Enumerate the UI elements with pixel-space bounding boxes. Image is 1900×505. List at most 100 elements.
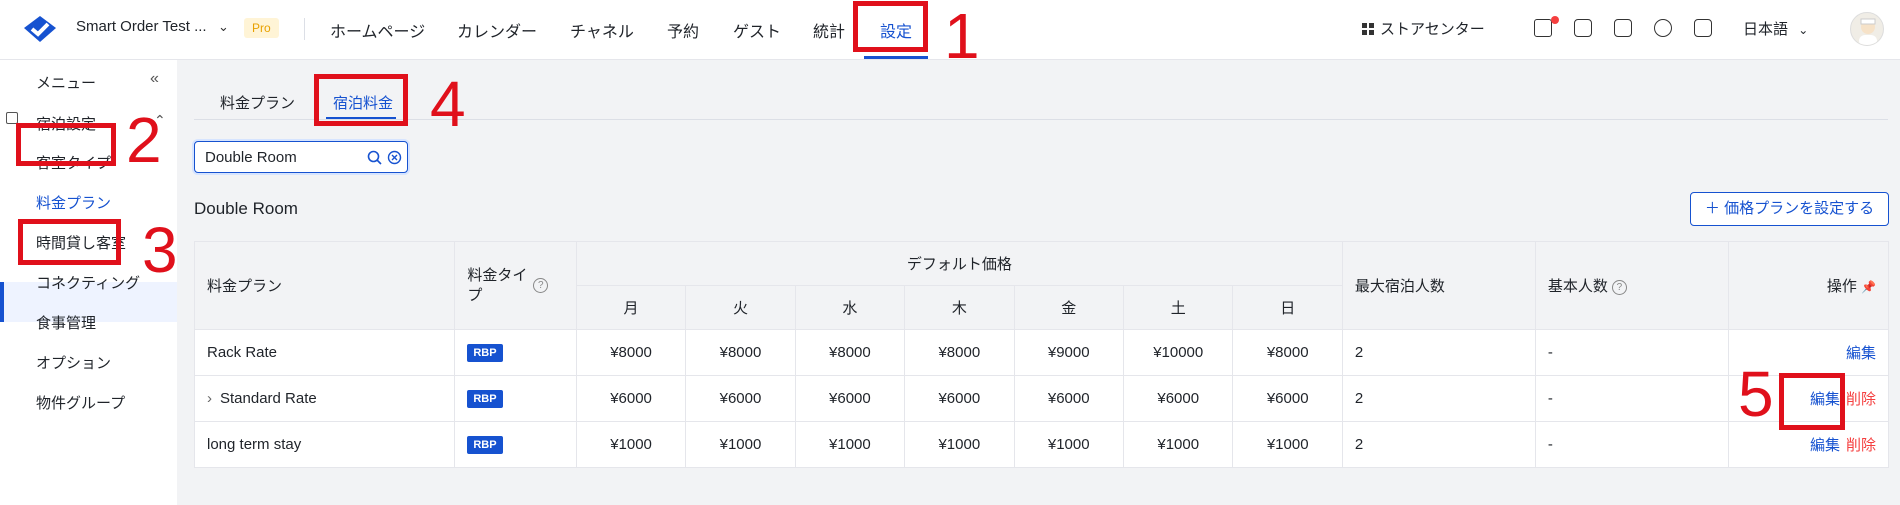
nav-calendar[interactable]: カレンダー <box>457 18 537 42</box>
annotation-box-2 <box>16 123 116 166</box>
max-guests-cell: 2 <box>1341 375 1536 422</box>
sidebar-item-connecting[interactable]: コネクティング <box>36 272 140 293</box>
annotation-box-3 <box>18 219 121 265</box>
price-cell: ¥1000 <box>904 421 1015 468</box>
nav-guest[interactable]: ゲスト <box>733 18 781 42</box>
price-cell: ¥1000 <box>1232 421 1343 468</box>
invoice-icon[interactable] <box>1614 19 1632 37</box>
annotation-number-3: 3 <box>142 214 178 286</box>
price-cell: ¥8000 <box>794 329 906 376</box>
header-plan: 料金プラン <box>193 241 456 330</box>
header-type: 料金タイプ? <box>454 241 577 330</box>
logo-icon[interactable] <box>20 14 60 44</box>
wallet-icon[interactable] <box>1694 19 1712 37</box>
sidebar-item-meal[interactable]: 食事管理 <box>36 312 96 333</box>
sidebar-item-rate-plan[interactable]: 料金プラン <box>36 192 111 213</box>
delete-button[interactable]: 削除 <box>1846 391 1876 408</box>
rbp-badge: RBP <box>467 390 503 408</box>
search-input[interactable]: Double Room <box>194 141 408 173</box>
collapse-icon[interactable]: « <box>150 70 159 88</box>
price-cell: ¥6000 <box>575 375 687 422</box>
tab-rate-plan[interactable]: 料金プラン <box>220 92 295 113</box>
price-cell: ¥1000 <box>685 421 796 468</box>
sidebar-item-property-group[interactable]: 物件グループ <box>36 392 125 413</box>
nav-reservation[interactable]: 予約 <box>667 18 699 42</box>
property-name[interactable]: Smart Order Test ... <box>76 18 207 35</box>
annotation-box-4 <box>314 74 408 126</box>
help-icon[interactable]: ? <box>1611 280 1627 295</box>
header-max-guests: 最大宿泊人数 <box>1341 241 1536 330</box>
header-day-thu: 木 <box>904 285 1015 330</box>
annotation-number-1: 1 <box>944 0 980 72</box>
edit-button[interactable]: 編集 <box>1846 345 1876 362</box>
price-cell: ¥1000 <box>1122 421 1234 468</box>
price-cell: ¥6000 <box>794 375 906 422</box>
message-icon[interactable] <box>1534 19 1552 37</box>
price-cell: ¥1000 <box>794 421 906 468</box>
edit-button[interactable]: 編集 <box>1810 437 1840 454</box>
rate-table: 料金プラン 料金タイプ? デフォルト価格 最大宿泊人数 基本人数? 操作 📌 月… <box>193 241 1890 468</box>
price-cell: ¥9000 <box>1013 329 1124 376</box>
plan-name: Rack Rate <box>193 329 456 376</box>
sidebar-menu-label: メニュー <box>36 75 97 92</box>
store-center-link[interactable]: ストアセンター <box>1362 18 1485 39</box>
nav-channel[interactable]: チャネル <box>570 18 634 42</box>
header-action-label: 操作 <box>1826 278 1857 295</box>
header-default-price: デフォルト価格 <box>575 241 1343 286</box>
price-cell: ¥1000 <box>1013 421 1124 468</box>
header-day-fri: 金 <box>1013 285 1124 330</box>
price-cell: ¥8000 <box>1232 329 1343 376</box>
rate-type-cell: RBP <box>454 421 577 468</box>
plan-name: long term stay <box>193 421 456 468</box>
delete-button[interactable]: 削除 <box>1846 437 1876 454</box>
chevron-down-icon: ⌄ <box>1798 23 1809 37</box>
sidebar-item-option[interactable]: オプション <box>36 352 111 373</box>
price-cell: ¥6000 <box>685 375 796 422</box>
plan-name-cell: › Standard Rate <box>193 375 456 422</box>
table-row: long term stay RBP ¥1000 ¥1000 ¥1000 ¥10… <box>193 421 1890 468</box>
header-day-tue: 火 <box>685 285 796 330</box>
max-guests-cell: 2 <box>1341 329 1536 376</box>
header-day-sat: 土 <box>1122 285 1234 330</box>
header-day-mon: 月 <box>575 285 687 330</box>
header-day-sun: 日 <box>1232 285 1343 330</box>
store-center-label: ストアセンター <box>1380 21 1485 38</box>
table-row: Rack Rate RBP ¥8000 ¥8000 ¥8000 ¥8000 ¥9… <box>193 329 1890 376</box>
add-price-plan-button[interactable]: ＋ 価格プランを設定する <box>1690 192 1889 226</box>
table-row: › Standard Rate RBP ¥6000 ¥6000 ¥6000 ¥60… <box>193 375 1890 422</box>
headset-icon[interactable] <box>1654 19 1672 37</box>
avatar[interactable] <box>1850 12 1884 46</box>
base-guests-cell: - <box>1534 421 1729 468</box>
base-guests-cell: - <box>1534 375 1729 422</box>
header-action: 操作 📌 <box>1727 241 1890 330</box>
search-value: Double Room <box>205 149 297 166</box>
room-title: Double Room <box>194 199 298 218</box>
chevron-down-icon[interactable]: ⌄ <box>218 19 229 35</box>
pin-icon[interactable]: 📌 <box>1861 280 1876 294</box>
help-icon[interactable]: ? <box>533 278 549 294</box>
price-cell: ¥8000 <box>685 329 796 376</box>
price-cell: ¥6000 <box>904 375 1015 422</box>
rbp-badge: RBP <box>467 436 503 454</box>
price-cell: ¥6000 <box>1232 375 1343 422</box>
bookmark-icon[interactable] <box>1574 19 1592 37</box>
clear-icon[interactable] <box>387 150 402 165</box>
annotation-number-2: 2 <box>126 104 162 176</box>
header-base-guests: 基本人数? <box>1534 241 1729 330</box>
grid-icon <box>1362 23 1374 35</box>
annotation-number-4: 4 <box>430 68 466 140</box>
nav-home[interactable]: ホームページ <box>330 18 425 42</box>
max-guests-cell: 2 <box>1341 421 1536 468</box>
notification-dot <box>1551 16 1559 24</box>
divider <box>304 18 305 40</box>
rbp-badge: RBP <box>467 344 503 362</box>
search-icon[interactable] <box>367 150 382 165</box>
language-selector[interactable]: 日本語 ⌄ <box>1743 18 1808 39</box>
nav-statistics[interactable]: 統計 <box>813 18 845 42</box>
header-type-label: 料金タイプ <box>467 266 528 304</box>
base-guests-cell: - <box>1534 329 1729 376</box>
expand-icon[interactable]: › <box>207 390 212 407</box>
annotation-box-5 <box>1779 373 1845 430</box>
header-day-wed: 水 <box>794 285 906 330</box>
price-cell: ¥1000 <box>575 421 687 468</box>
